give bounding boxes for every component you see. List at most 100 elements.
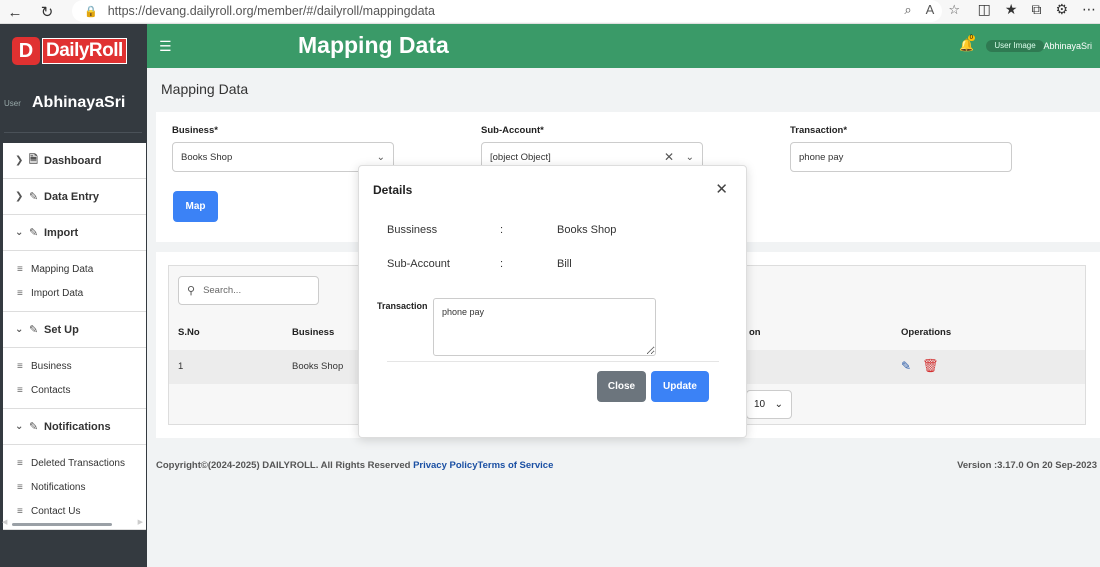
sub-account-label: Sub-Account*	[481, 125, 544, 136]
scroll-left-icon[interactable]: ◀	[2, 518, 7, 526]
scrollbar-thumb[interactable]	[12, 523, 112, 526]
chevron-down-icon: ⌄	[376, 151, 385, 163]
page-size-select[interactable]: 10 ⌄	[746, 390, 792, 419]
search-input[interactable]: ⚲ Search...	[178, 276, 319, 305]
clear-icon[interactable]: ✕	[664, 150, 674, 164]
sidebar-scrollbar[interactable]: ◀ ▶	[2, 518, 145, 528]
address-bar-icons: ⌕ A ☆	[904, 2, 960, 18]
favorites-icon[interactable]: ★	[1005, 1, 1018, 18]
logo-text: DailyRoll	[42, 38, 127, 64]
more-menu-icon[interactable]: ⋯	[1082, 1, 1096, 18]
divider	[4, 132, 142, 133]
avatar: User	[4, 98, 21, 108]
map-button[interactable]: Map	[173, 191, 218, 222]
terms-of-service-link[interactable]: Terms of Service	[478, 460, 554, 471]
chevron-down-icon: ⌄	[774, 399, 783, 410]
details-modal: Details ✕ Bussiness : Books Shop Sub-Acc…	[358, 165, 747, 438]
search-placeholder: Search...	[203, 285, 242, 296]
close-button[interactable]: Close	[597, 371, 646, 402]
column-header-transaction: on	[749, 327, 761, 338]
hamburger-menu-icon[interactable]: ☰	[159, 38, 172, 55]
column-header-business: Business	[292, 327, 335, 338]
notification-badge: 0	[967, 35, 975, 41]
sidebar-menu: ❯ 🗎 Dashboard ❯ ✎ Data Entry ⌄ ✎ Import …	[3, 143, 146, 530]
sidebar-subitem-label: Business	[31, 360, 72, 372]
sidebar-subitem-label: Contact Us	[31, 505, 81, 517]
pencil-icon: ✎	[29, 324, 39, 336]
browser-actions: ◫ ★ ⧉ ⚙ ⋯	[978, 1, 1096, 18]
sidebar-user: User AbhinayaSri	[4, 94, 125, 112]
sidebar-subitem-label: Mapping Data	[31, 263, 94, 275]
sidebar-item-label: Data Entry	[44, 190, 100, 203]
chevron-down-icon: ⌄	[15, 421, 24, 432]
footer-copyright: Copyright©(2024-2025) DAILYROLL. All Rig…	[156, 460, 553, 471]
modal-title: Details	[373, 183, 413, 197]
header-user-name[interactable]: AbhinayaSri	[1043, 41, 1092, 51]
column-header-operations: Operations	[901, 327, 952, 338]
search-icon: ⚲	[187, 285, 196, 297]
sub-account-select-value: [object Object]	[490, 151, 551, 163]
column-header-sno: S.No	[178, 327, 200, 338]
scroll-right-icon[interactable]: ▶	[138, 518, 143, 526]
split-screen-icon[interactable]: ◫	[978, 1, 991, 18]
copyright-text: Copyright©(2024-2025) DAILYROLL. All Rig…	[156, 460, 414, 471]
list-icon: ≡	[17, 384, 23, 396]
sidebar-item-import[interactable]: ⌄ ✎ Import	[3, 215, 146, 251]
table-cell-business: Books Shop	[292, 361, 344, 372]
sidebar-subitem-label: Notifications	[31, 481, 86, 493]
favorite-star-icon[interactable]: ☆	[948, 2, 960, 18]
pencil-icon: ✎	[29, 227, 39, 239]
read-aloud-icon[interactable]: A	[926, 2, 935, 18]
sidebar-subitem-mapping-data[interactable]: ≡ Mapping Data	[3, 257, 146, 281]
pencil-icon: ✎	[29, 191, 39, 203]
browser-toolbar: ← ↻ 🔒 https://devang.dailyroll.org/membe…	[0, 0, 1100, 24]
footer-version: Version :3.17.0 On 20 Sep-2023	[957, 460, 1097, 471]
sidebar-item-notifications[interactable]: ⌄ ✎ Notifications	[3, 409, 146, 445]
chevron-down-icon: ⌄	[15, 227, 24, 238]
list-icon: ≡	[17, 457, 23, 469]
sidebar-submenu-set-up: ≡ Business ≡ Contacts	[3, 348, 146, 409]
lock-icon: 🔒	[84, 5, 98, 18]
sidebar-item-dashboard[interactable]: ❯ 🗎 Dashboard	[3, 143, 146, 179]
sidebar: D DailyRoll User AbhinayaSri ❯ 🗎 Dashboa…	[0, 24, 147, 567]
privacy-policy-link[interactable]: Privacy Policy	[413, 460, 477, 471]
address-bar[interactable]: 🔒 https://devang.dailyroll.org/member/#/…	[72, 0, 942, 22]
update-button[interactable]: Update	[651, 371, 709, 402]
top-header: ☰ Mapping Data 🔔 0 User Image AbhinayaSr…	[147, 24, 1100, 68]
zoom-icon[interactable]: ⌕	[904, 2, 911, 18]
sidebar-subitem-notifications[interactable]: ≡ Notifications	[3, 475, 146, 499]
business-select-value: Books Shop	[181, 151, 233, 163]
sidebar-item-label: Dashboard	[44, 154, 102, 167]
modal-transaction-textarea[interactable]: phone pay	[433, 298, 656, 356]
logo[interactable]: D DailyRoll	[12, 36, 132, 66]
sidebar-subitem-import-data[interactable]: ≡ Import Data	[3, 281, 146, 305]
delete-icon[interactable]: 🗑	[922, 358, 939, 374]
logo-mark-icon: D	[12, 37, 40, 65]
avatar[interactable]: User Image	[986, 40, 1044, 52]
refresh-icon[interactable]: ↻	[36, 1, 58, 23]
modal-business-label: Bussiness	[387, 224, 438, 236]
divider	[387, 361, 719, 362]
edit-icon[interactable]: ✎	[901, 359, 911, 373]
table-cell-sno: 1	[178, 361, 184, 372]
back-icon[interactable]: ←	[4, 1, 26, 23]
sidebar-subitem-contacts[interactable]: ≡ Contacts	[3, 378, 146, 402]
modal-business-value: Books Shop	[557, 224, 617, 236]
close-icon[interactable]: ✕	[715, 180, 728, 198]
sidebar-item-data-entry[interactable]: ❯ ✎ Data Entry	[3, 179, 146, 215]
url-text: https://devang.dailyroll.org/member/#/da…	[107, 4, 435, 18]
list-icon: ≡	[17, 481, 23, 493]
list-icon: ≡	[17, 287, 23, 299]
sidebar-subitem-business[interactable]: ≡ Business	[3, 354, 146, 378]
transaction-input[interactable]: phone pay	[790, 142, 1012, 172]
list-icon: ≡	[17, 360, 23, 372]
modal-sub-account-label: Sub-Account	[387, 258, 450, 270]
extensions-icon[interactable]: ⚙	[1055, 1, 1068, 18]
modal-colon: :	[500, 224, 504, 236]
collections-icon[interactable]: ⧉	[1031, 1, 1041, 18]
chevron-down-icon: ⌄	[15, 324, 24, 335]
sidebar-item-set-up[interactable]: ⌄ ✎ Set Up	[3, 312, 146, 348]
sidebar-subitem-deleted-transactions[interactable]: ≡ Deleted Transactions	[3, 451, 146, 475]
chevron-right-icon: ❯	[15, 155, 24, 166]
sidebar-subitem-label: Deleted Transactions	[31, 457, 125, 469]
